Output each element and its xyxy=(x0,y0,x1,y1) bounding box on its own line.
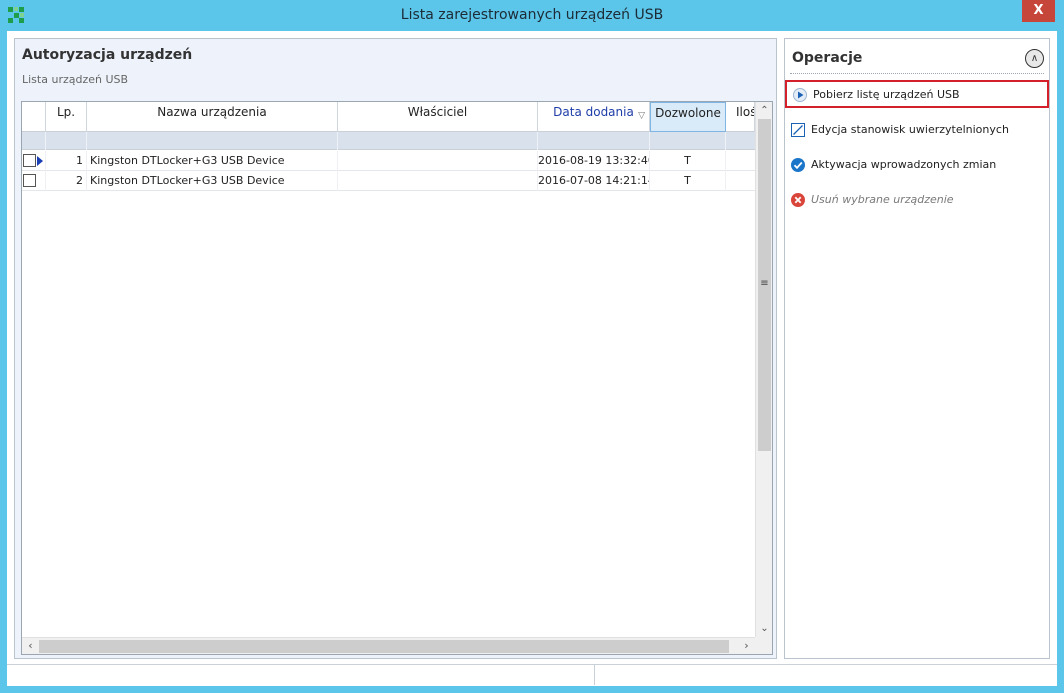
column-header-date[interactable]: Data dodania ▽ xyxy=(538,102,650,132)
cell-date[interactable]: 2016-07-08 14:21:14 xyxy=(538,171,650,191)
filter-cell[interactable] xyxy=(538,132,650,150)
horizontal-scrollbar[interactable]: ‹ › xyxy=(22,637,755,654)
cell-device-name[interactable]: Kingston DTLocker+G3 USB Device xyxy=(87,151,338,171)
cell-allowed[interactable]: T xyxy=(650,171,726,191)
grip-icon: ≡ xyxy=(760,278,769,289)
collapse-icon[interactable]: ∧ xyxy=(1025,49,1044,68)
column-header-allowed[interactable]: Dozwolone xyxy=(650,102,726,132)
current-row-indicator-icon xyxy=(37,156,43,166)
scroll-down-icon[interactable]: ⌄ xyxy=(756,620,772,637)
cell-owner[interactable] xyxy=(338,171,538,191)
cell-device-name[interactable]: Kingston DTLocker+G3 USB Device xyxy=(87,171,338,191)
filter-cell[interactable] xyxy=(650,132,726,150)
grid-header: Lp. Nazwa urządzenia Właściciel Data dod… xyxy=(22,102,755,132)
row-select-cell[interactable] xyxy=(22,151,46,171)
op-label: Usuń wybrane urządzenie xyxy=(811,193,954,206)
header-select xyxy=(22,102,46,132)
cell-allowed[interactable]: T xyxy=(650,151,726,171)
title-bar: Lista zarejestrowanych urządzeń USB X xyxy=(0,0,1064,31)
status-bar xyxy=(7,664,1057,685)
row-checkbox[interactable] xyxy=(23,154,36,167)
window-client: Autoryzacja urządzeń Lista urządzeń USB … xyxy=(7,31,1057,686)
op-label: Edycja stanowisk uwierzytelnionych xyxy=(811,123,1009,136)
op-delete-device[interactable]: Usuń wybrane urządzenie xyxy=(785,187,1049,215)
panel-title: Autoryzacja urządzeń xyxy=(22,47,193,63)
check-icon xyxy=(791,158,805,172)
filter-cell[interactable] xyxy=(22,132,46,150)
status-segment xyxy=(7,665,595,685)
scroll-up-icon[interactable]: ⌃ xyxy=(756,102,772,119)
row-checkbox[interactable] xyxy=(23,174,36,187)
operations-divider xyxy=(790,73,1044,74)
filter-row[interactable] xyxy=(22,132,755,150)
op-edit-workstations[interactable]: Edycja stanowisk uwierzytelnionych xyxy=(785,117,1049,145)
horizontal-scroll-thumb[interactable] xyxy=(39,640,729,653)
op-fetch-usb-list[interactable]: Pobierz listę urządzeń USB xyxy=(785,80,1049,108)
close-button[interactable]: X xyxy=(1022,0,1055,22)
op-activate-changes[interactable]: Aktywacja wprowadzonych zmian xyxy=(785,152,1049,180)
devices-grid: Lp. Nazwa urządzenia Właściciel Data dod… xyxy=(21,101,773,655)
cell-lp[interactable]: 1 xyxy=(46,151,87,171)
filter-cell[interactable] xyxy=(338,132,538,150)
column-header-name[interactable]: Nazwa urządzenia xyxy=(87,102,338,132)
scroll-left-icon[interactable]: ‹ xyxy=(22,638,39,654)
scroll-corner xyxy=(755,637,772,654)
op-label: Pobierz listę urządzeń USB xyxy=(813,88,960,101)
cell-owner[interactable] xyxy=(338,151,538,171)
scroll-right-icon[interactable]: › xyxy=(738,638,755,654)
vertical-scrollbar[interactable]: ⌃ ≡ ⌄ xyxy=(755,102,772,637)
window-title: Lista zarejestrowanych urządzeń USB xyxy=(400,7,664,23)
row-select-cell[interactable] xyxy=(22,171,46,191)
devices-panel: Autoryzacja urządzeń Lista urządzeń USB … xyxy=(14,38,777,659)
filter-cell[interactable] xyxy=(46,132,87,150)
column-header-lp[interactable]: Lp. xyxy=(46,102,87,132)
sort-descending-icon: ▽ xyxy=(638,111,645,121)
op-label: Aktywacja wprowadzonych zmian xyxy=(811,158,997,171)
panel-subtitle: Lista urządzeń USB xyxy=(22,73,129,86)
play-icon xyxy=(793,88,807,102)
cell-date[interactable]: 2016-08-19 13:32:40 xyxy=(538,151,650,171)
column-header-date-label: Data dodania xyxy=(553,105,634,119)
edit-icon xyxy=(791,123,805,137)
cell-lp[interactable]: 2 xyxy=(46,171,87,191)
column-header-owner[interactable]: Właściciel xyxy=(338,102,538,132)
filter-cell[interactable] xyxy=(87,132,338,150)
table-row[interactable]: 1 Kingston DTLocker+G3 USB Device 2016-0… xyxy=(22,151,755,171)
operations-panel: Operacje ∧ Pobierz listę urządzeń USB Ed… xyxy=(784,38,1050,659)
delete-icon xyxy=(791,193,805,207)
vertical-scroll-thumb[interactable]: ≡ xyxy=(758,119,771,451)
table-row[interactable]: 2 Kingston DTLocker+G3 USB Device 2016-0… xyxy=(22,171,755,191)
operations-title: Operacje xyxy=(792,50,863,66)
column-header-count[interactable]: Iloś xyxy=(726,102,755,132)
